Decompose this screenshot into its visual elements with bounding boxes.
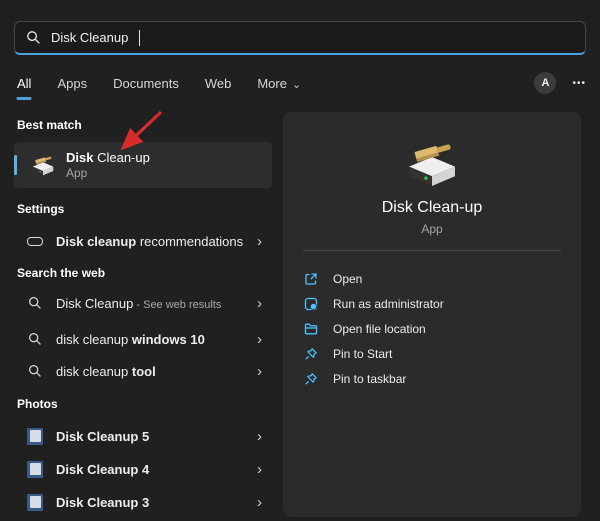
preview-title: Disk Clean-up xyxy=(283,199,581,217)
search-icon xyxy=(26,30,41,45)
section-header-search-the-web: Search the web xyxy=(17,266,105,280)
search-query-text: Disk Cleanup xyxy=(51,30,128,45)
chevron-right-icon: › xyxy=(257,234,262,249)
folder-icon xyxy=(303,321,318,336)
action-run-as-administrator[interactable]: Run as administrator xyxy=(283,291,581,316)
web-result-see-web-results[interactable]: Disk Cleanup - See web results › xyxy=(14,288,272,318)
chevron-right-icon: › xyxy=(257,364,262,379)
text-caret xyxy=(139,30,140,46)
result-text: disk cleanup tool xyxy=(56,364,156,379)
section-header-photos: Photos xyxy=(17,397,58,411)
active-tab-underline xyxy=(17,97,32,100)
divider xyxy=(303,250,561,251)
chevron-right-icon: › xyxy=(257,495,262,510)
photo-thumbnail-icon xyxy=(27,494,43,510)
chevron-down-icon: ⌄ xyxy=(292,79,301,91)
chevron-right-icon: › xyxy=(257,296,262,311)
result-text: Disk cleanup recommendations xyxy=(56,234,243,249)
photo-result-disk-cleanup-5[interactable]: Disk Cleanup 5 › xyxy=(14,421,272,451)
search-input[interactable]: Disk Cleanup xyxy=(14,21,586,55)
photo-result-disk-cleanup-3[interactable]: Disk Cleanup 3 › xyxy=(14,487,272,517)
admin-badge-icon xyxy=(303,296,318,311)
preview-subtitle: App xyxy=(283,222,581,236)
photo-thumbnail-icon xyxy=(27,428,43,444)
action-pin-to-taskbar[interactable]: Pin to taskbar xyxy=(283,366,581,391)
result-text: Disk Cleanup 5 xyxy=(56,429,149,444)
pin-icon xyxy=(303,346,318,361)
search-icon xyxy=(27,295,43,311)
options-menu-icon[interactable]: ••• xyxy=(572,78,586,89)
photo-result-disk-cleanup-4[interactable]: Disk Cleanup 4 › xyxy=(14,454,272,484)
action-pin-to-start[interactable]: Pin to Start xyxy=(283,341,581,366)
search-icon xyxy=(27,331,43,347)
result-text: disk cleanup windows 10 xyxy=(56,332,205,347)
best-match-result-disk-cleanup[interactable]: Disk Clean-up App xyxy=(14,142,272,188)
chevron-right-icon: › xyxy=(257,429,262,444)
pin-icon xyxy=(303,371,318,386)
section-header-best-match: Best match xyxy=(17,118,82,132)
user-avatar[interactable]: A xyxy=(534,72,556,94)
disk-cleanup-app-icon-large xyxy=(403,134,461,192)
result-subtitle: App xyxy=(66,166,150,181)
result-text: Disk Cleanup 3 xyxy=(56,495,149,510)
settings-result-disk-cleanup-recommendations[interactable]: Disk cleanup recommendations › xyxy=(14,226,272,256)
action-open[interactable]: Open xyxy=(283,266,581,291)
search-filter-tabs: All Apps Documents Web More⌄ A ••• xyxy=(16,70,586,96)
result-text: Disk Cleanup - See web results xyxy=(56,296,221,311)
tab-apps[interactable]: Apps xyxy=(56,74,88,93)
photo-thumbnail-icon xyxy=(27,461,43,477)
selection-accent-bar xyxy=(14,155,17,175)
search-icon xyxy=(27,363,43,379)
chevron-right-icon: › xyxy=(257,462,262,477)
result-text: Disk Cleanup 4 xyxy=(56,462,149,477)
disk-cleanup-app-icon xyxy=(30,152,56,178)
tab-all[interactable]: All xyxy=(16,74,32,93)
section-header-settings: Settings xyxy=(17,202,64,216)
tab-more[interactable]: More⌄ xyxy=(256,74,302,93)
web-result-disk-cleanup-windows-10[interactable]: disk cleanup windows 10 › xyxy=(14,324,272,354)
chevron-right-icon: › xyxy=(257,332,262,347)
storage-icon xyxy=(27,233,43,249)
result-title: Disk Clean-up xyxy=(66,150,150,166)
tab-documents[interactable]: Documents xyxy=(112,74,180,93)
tab-web[interactable]: Web xyxy=(204,74,233,93)
preview-panel: Disk Clean-up App Open Run as administra… xyxy=(283,112,581,517)
web-result-disk-cleanup-tool[interactable]: disk cleanup tool › xyxy=(14,356,272,386)
action-open-file-location[interactable]: Open file location xyxy=(283,316,581,341)
actions-list: Open Run as administrator Open file loca… xyxy=(283,266,581,391)
open-external-icon xyxy=(303,271,318,286)
